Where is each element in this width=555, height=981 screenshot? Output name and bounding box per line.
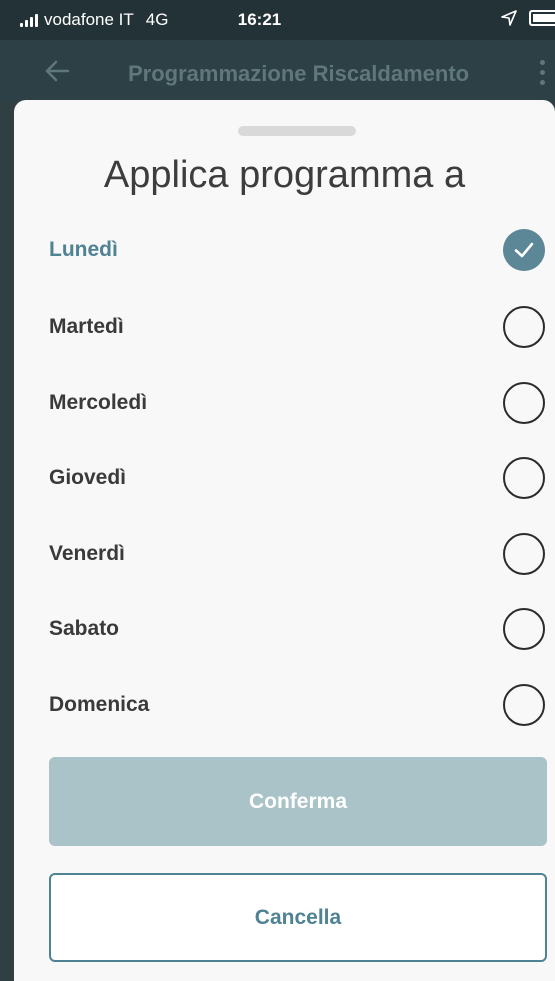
- day-option-mercoledi[interactable]: Mercoledì: [49, 382, 545, 424]
- radio-circle-icon[interactable]: [503, 608, 545, 650]
- status-bar: vodafone IT 4G 16:21: [0, 0, 555, 40]
- back-arrow-icon[interactable]: [44, 58, 70, 84]
- radio-circle-icon[interactable]: [503, 382, 545, 424]
- radio-circle-icon[interactable]: [503, 533, 545, 575]
- sheet-title: Applica programma a: [103, 154, 466, 196]
- bottom-sheet: Applica programma a Lunedì Martedì Merco…: [14, 100, 555, 981]
- location-arrow-icon: [501, 10, 517, 26]
- app-bar-title: Programmazione Riscaldamento: [128, 61, 470, 86]
- day-label: Lunedì: [49, 238, 118, 261]
- day-option-giovedi[interactable]: Giovedì: [49, 457, 545, 499]
- day-option-martedi[interactable]: Martedì: [49, 306, 545, 348]
- confirm-button[interactable]: Conferma: [49, 757, 547, 846]
- radio-circle-icon[interactable]: [503, 684, 545, 726]
- day-label: Martedì: [49, 315, 124, 338]
- sheet-drag-handle[interactable]: [238, 126, 356, 136]
- status-right: [501, 10, 555, 26]
- more-options-icon[interactable]: [540, 60, 545, 85]
- radio-circle-icon[interactable]: [503, 306, 545, 348]
- battery-icon: [529, 10, 555, 26]
- day-label: Domenica: [49, 693, 150, 716]
- day-option-venerdi[interactable]: Venerdì: [49, 533, 545, 575]
- day-label: Giovedì: [49, 466, 127, 489]
- app-bar: Programmazione Riscaldamento: [0, 40, 555, 102]
- radio-circle-icon[interactable]: [503, 457, 545, 499]
- day-label: Sabato: [49, 617, 120, 640]
- checkmark-icon[interactable]: [503, 229, 545, 271]
- day-option-domenica[interactable]: Domenica: [49, 684, 545, 726]
- day-option-lunedi[interactable]: Lunedì: [49, 229, 545, 271]
- status-time: 16:21: [237, 10, 282, 29]
- cancel-button[interactable]: Cancella: [49, 873, 547, 962]
- day-label: Mercoledì: [49, 391, 148, 414]
- day-option-sabato[interactable]: Sabato: [49, 608, 545, 650]
- day-label: Venerdì: [49, 542, 125, 565]
